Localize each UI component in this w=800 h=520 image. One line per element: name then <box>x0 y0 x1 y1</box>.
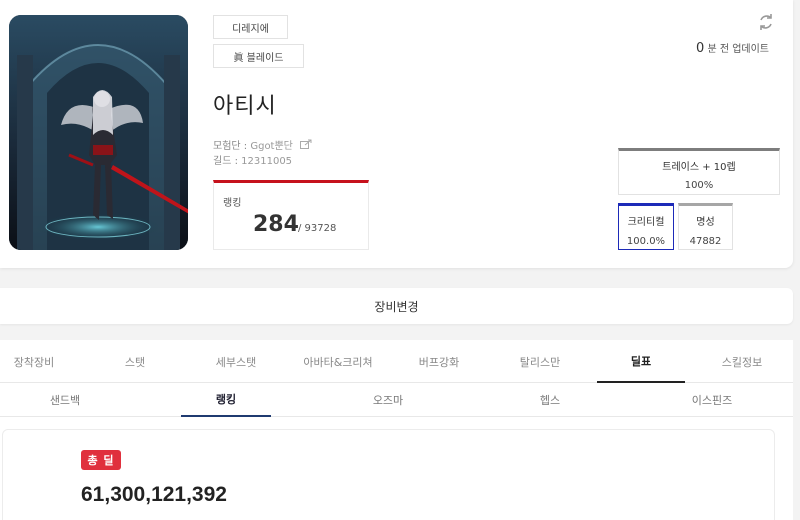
adventure-value[interactable]: Ggot뿐단 <box>250 141 293 152</box>
updated-minutes: 0 <box>695 41 705 56</box>
guild-info: 길드 : 12311005 <box>213 152 292 167</box>
critical-value: 100.0% <box>626 236 666 247</box>
character-name: 아티시 <box>213 94 277 119</box>
subtab-hebs[interactable]: 헵스 <box>505 383 595 417</box>
share-icon[interactable] <box>300 139 312 152</box>
critical-box: 크리티컬 100.0% <box>618 203 674 250</box>
character-profile-card: 디레지에 眞 블레이드 아티시 모험단 : Ggot뿐단 길드 : 123110… <box>0 0 793 268</box>
tab-equipment[interactable]: 장착장비 <box>0 340 78 383</box>
total-damage-card: 총 딜 61,300,121,392 <box>2 429 775 520</box>
tab-damage-table[interactable]: 딜표 <box>597 340 685 383</box>
tab-skill-info[interactable]: 스킬정보 <box>698 340 786 383</box>
tab-buff-enhance[interactable]: 버프강화 <box>395 340 483 383</box>
ranking-label: 랭킹 <box>223 198 242 209</box>
subtab-ispins[interactable]: 이스핀즈 <box>667 383 757 417</box>
total-damage-value: 61,300,121,392 <box>81 483 227 506</box>
sub-tab-bar: 샌드백 랭킹 오즈마 헵스 이스핀즈 <box>0 383 793 417</box>
fame-value: 47882 <box>689 236 722 247</box>
server-tag: 디레지에 <box>213 15 288 39</box>
critical-title: 크리티컬 <box>627 217 665 228</box>
class-tag: 眞 블레이드 <box>213 44 304 68</box>
fame-box: 명성 47882 <box>678 203 733 250</box>
ranking-value: 284 <box>253 212 299 237</box>
character-portrait <box>9 15 188 250</box>
detail-panel: 장착장비 스탯 세부스탯 아바타&크리쳐 버프강화 탈리스만 딜표 스킬정보 샌… <box>0 340 793 520</box>
subtab-ranking[interactable]: 랭킹 <box>181 383 271 417</box>
updated-text: 분 전 업데이트 <box>707 44 769 55</box>
ranking-box: 랭킹 284 / 93728 <box>213 180 369 250</box>
main-tab-bar: 장착장비 스탯 세부스탯 아바타&크리쳐 버프강화 탈리스만 딜표 스킬정보 <box>0 340 793 383</box>
trace-value: 100% <box>684 180 714 191</box>
tab-avatar-creature[interactable]: 아바타&크리쳐 <box>294 340 382 383</box>
tab-stats[interactable]: 스탯 <box>91 340 179 383</box>
trace-title: 트레이스 + 10렙 <box>662 162 736 173</box>
guild-value: 12311005 <box>241 156 293 167</box>
subtab-sandbag[interactable]: 샌드백 <box>20 383 110 417</box>
adventure-label: 모험단 : <box>213 141 248 152</box>
refresh-icon[interactable] <box>756 12 776 32</box>
fame-title: 명성 <box>696 217 715 228</box>
adventure-info: 모험단 : Ggot뿐단 <box>213 137 312 152</box>
equip-change-button[interactable]: 장비변경 <box>0 288 793 324</box>
update-status: 0 분 전 업데이트 <box>696 40 769 56</box>
ranking-total: / 93728 <box>298 223 337 234</box>
total-damage-badge: 총 딜 <box>81 450 121 470</box>
tab-detail-stats[interactable]: 세부스탯 <box>192 340 280 383</box>
guild-label: 길드 : <box>213 156 238 167</box>
tab-talisman[interactable]: 탈리스만 <box>496 340 584 383</box>
subtab-ozma[interactable]: 오즈마 <box>343 383 433 417</box>
trace-buff-box: 트레이스 + 10렙 100% <box>618 148 780 195</box>
